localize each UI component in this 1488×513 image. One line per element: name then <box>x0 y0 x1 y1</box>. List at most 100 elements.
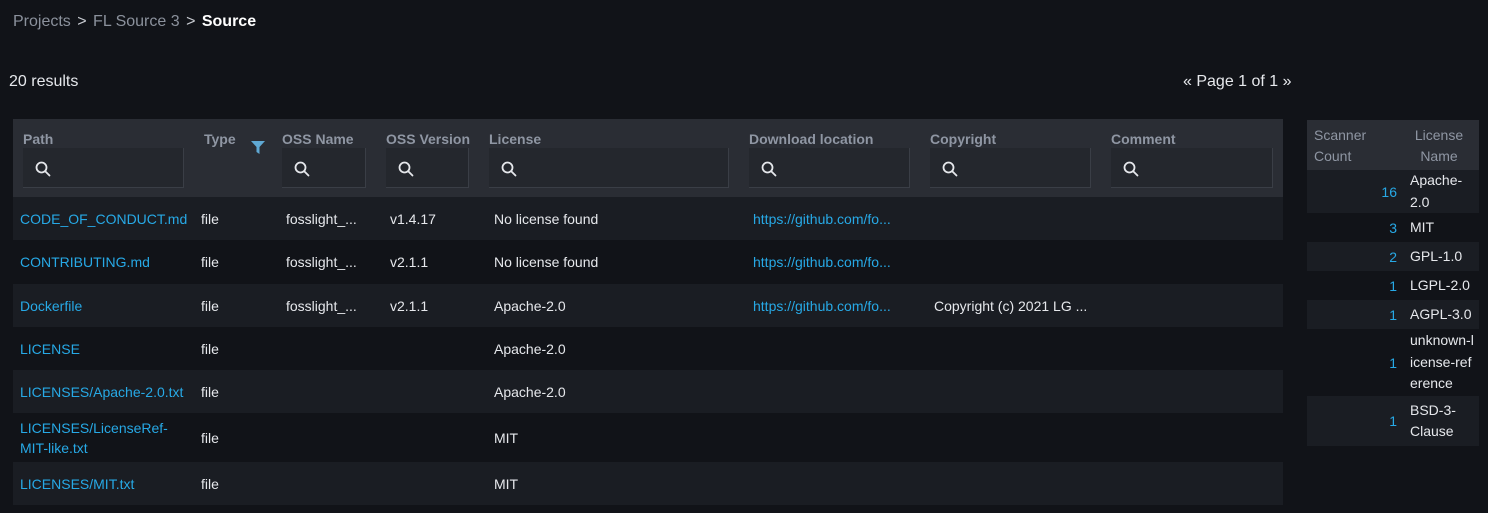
breadcrumb: Projects > FL Source 3 > Source <box>13 13 256 31</box>
breadcrumb-separator: > <box>77 13 87 30</box>
comment-cell <box>1115 370 1275 413</box>
download-link[interactable]: https://github.com/fo... <box>753 284 923 327</box>
license-name: GPL-1.0 <box>1410 247 1463 264</box>
column-label[interactable]: Comment <box>1111 131 1176 147</box>
path-link[interactable]: LICENSES/LicenseRef-MIT-like.txt <box>20 413 180 462</box>
scanner-count-link[interactable]: 3 <box>1389 213 1397 242</box>
comment-cell <box>1115 197 1275 240</box>
search-icon <box>761 161 777 177</box>
type-cell: file <box>201 383 219 400</box>
scanner-count-link[interactable]: 1 <box>1389 329 1397 396</box>
download-link[interactable] <box>753 462 923 505</box>
breadcrumb-projects[interactable]: Projects <box>13 13 71 30</box>
type-cell: file <box>201 340 219 357</box>
oss-name-cell: fosslight_... <box>286 254 357 270</box>
license-summary-table: Scanner Count License Name 16 Apache-2.0… <box>1307 120 1479 446</box>
scanner-count-link[interactable]: 2 <box>1389 242 1397 271</box>
scanner-count-link[interactable]: 1 <box>1389 396 1397 446</box>
oss-version-cell: v1.4.17 <box>390 210 436 227</box>
table-row[interactable]: LICENSES/MIT.txt file MIT <box>13 462 1283 505</box>
column-label[interactable]: License <box>489 131 541 147</box>
comment-cell <box>1115 413 1275 462</box>
license-cell: MIT <box>494 475 519 492</box>
column-label[interactable]: OSS Name <box>282 131 354 147</box>
table-row[interactable]: CONTRIBUTING.md file fosslight_... v2.1.… <box>13 240 1283 284</box>
table-row[interactable]: CODE_OF_CONDUCT.md file fosslight_... v1… <box>13 197 1283 240</box>
path-link[interactable]: CONTRIBUTING.md <box>20 240 198 284</box>
table-row[interactable]: Dockerfile file fosslight_... v2.1.1 Apa… <box>13 284 1283 327</box>
license-summary-row: 2 GPL-1.0 <box>1307 242 1479 271</box>
license-name-header[interactable]: License Name <box>1407 125 1471 167</box>
path-link[interactable]: LICENSES/Apache-2.0.txt <box>20 370 198 413</box>
license-search-input[interactable] <box>489 148 729 188</box>
copyright-cell <box>934 370 1104 413</box>
path-link[interactable]: LICENSES/MIT.txt <box>20 462 198 505</box>
oss-version-cell <box>390 413 480 462</box>
download-link[interactable]: https://github.com/fo... <box>753 240 923 284</box>
license-name: MIT <box>1410 218 1435 235</box>
license-summary-row: 1 unknown-license-reference <box>1307 329 1479 396</box>
license-cell: Apache-2.0 <box>494 383 566 400</box>
search-icon <box>1123 161 1139 177</box>
scanner-count-link[interactable]: 1 <box>1389 271 1397 300</box>
breadcrumb-project[interactable]: FL Source 3 <box>93 13 180 30</box>
license-cell: Apache-2.0 <box>494 340 566 357</box>
license-cell: No license found <box>494 254 599 270</box>
copyright-cell <box>934 240 1104 284</box>
table-row[interactable]: LICENSES/Apache-2.0.txt file Apache-2.0 <box>13 370 1283 413</box>
column-label[interactable]: Copyright <box>930 131 996 147</box>
comment-cell <box>1115 327 1275 370</box>
column-label[interactable]: Download location <box>749 131 873 147</box>
table-row[interactable]: LICENSE file Apache-2.0 <box>13 327 1283 370</box>
license-cell: MIT <box>494 429 519 446</box>
download-location-search-input[interactable] <box>749 148 910 188</box>
oss-version-search-input[interactable] <box>386 148 469 188</box>
oss-name-search-input[interactable] <box>282 148 366 188</box>
column-label[interactable]: Path <box>23 131 53 147</box>
download-link[interactable] <box>753 413 923 462</box>
search-icon <box>501 161 517 177</box>
pagination-prev-button[interactable]: « <box>1183 73 1192 90</box>
column-label[interactable]: OSS Version <box>386 131 470 147</box>
column-label[interactable]: Type <box>204 131 236 147</box>
comment-search-input[interactable] <box>1111 148 1273 188</box>
search-icon <box>294 161 310 177</box>
oss-name-cell <box>286 327 376 370</box>
license-summary-row: 1 LGPL-2.0 <box>1307 271 1479 300</box>
license-summary-row: 1 BSD-3-Clause <box>1307 396 1479 446</box>
oss-name-cell: fosslight_... <box>286 210 357 227</box>
scanner-count-link[interactable]: 1 <box>1389 300 1397 329</box>
oss-name-cell <box>286 462 376 505</box>
oss-name-cell <box>286 413 376 462</box>
oss-name-cell <box>286 370 376 413</box>
license-cell: No license found <box>494 210 599 227</box>
oss-version-cell: v2.1.1 <box>390 297 429 314</box>
results-count: 20 results <box>9 73 79 90</box>
download-link[interactable]: https://github.com/fo... <box>753 197 923 240</box>
path-link[interactable]: LICENSE <box>20 327 198 370</box>
type-cell: file <box>201 429 219 446</box>
path-link[interactable]: CODE_OF_CONDUCT.md <box>20 197 198 240</box>
license-cell: Apache-2.0 <box>494 297 566 314</box>
download-link[interactable] <box>753 370 923 413</box>
search-icon <box>942 161 958 177</box>
comment-cell <box>1115 284 1275 327</box>
download-link[interactable] <box>753 327 923 370</box>
breadcrumb-separator: > <box>186 13 196 30</box>
oss-name-cell: fosslight_... <box>286 297 357 314</box>
path-link[interactable]: Dockerfile <box>20 284 198 327</box>
oss-version-cell <box>390 370 480 413</box>
license-summary-header: Scanner Count License Name <box>1307 120 1479 170</box>
source-table: Path Type OSS Name OSS Version License D… <box>13 119 1283 505</box>
filter-icon[interactable] <box>251 141 265 154</box>
path-search-input[interactable] <box>23 148 184 188</box>
type-cell: file <box>201 254 219 270</box>
license-name: Apache-2.0 <box>1410 172 1463 210</box>
type-cell: file <box>201 297 219 314</box>
scanner-count-link[interactable]: 16 <box>1381 170 1397 213</box>
scanner-count-header[interactable]: Scanner Count <box>1314 125 1374 167</box>
table-row[interactable]: LICENSES/LicenseRef-MIT-like.txt file MI… <box>13 413 1283 462</box>
copyright-search-input[interactable] <box>930 148 1091 188</box>
pagination-next-button[interactable]: » <box>1283 73 1292 90</box>
pagination: « Page 1 of 1 » <box>1183 73 1292 91</box>
